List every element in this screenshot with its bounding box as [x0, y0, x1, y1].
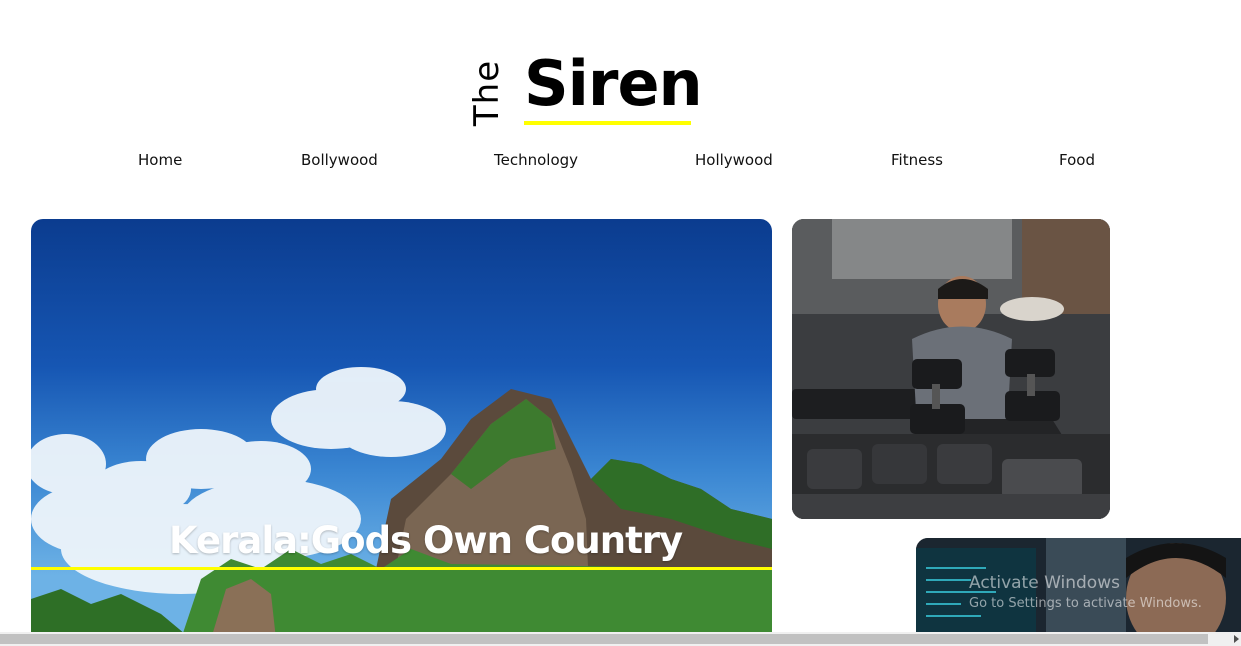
activation-watermark: Activate Windows Go to Settings to activ…: [969, 573, 1202, 611]
logo-prefix: The: [467, 59, 507, 127]
featured-underline: [31, 567, 772, 570]
nav-item-bollywood[interactable]: Bollywood: [301, 151, 378, 169]
fitness-card[interactable]: [792, 219, 1110, 519]
horizontal-scrollbar[interactable]: [0, 632, 1241, 646]
nav-item-home[interactable]: Home: [138, 151, 182, 169]
site-logo[interactable]: Siren: [524, 44, 703, 124]
featured-title[interactable]: Kerala:Gods Own Country: [169, 519, 683, 562]
featured-card[interactable]: Kerala:Gods Own Country: [31, 219, 772, 639]
kerala-scenery: [31, 367, 772, 639]
nav-item-technology[interactable]: Technology: [494, 151, 578, 169]
nav-item-fitness[interactable]: Fitness: [891, 151, 943, 169]
logo-underline: [524, 121, 691, 125]
nav-item-food[interactable]: Food: [1059, 151, 1095, 169]
scrollbar-thumb[interactable]: [0, 634, 1208, 644]
gym-dumbbells-image: [792, 219, 1110, 519]
scroll-right-arrow-icon[interactable]: [1234, 635, 1239, 643]
nav-item-hollywood[interactable]: Hollywood: [695, 151, 773, 169]
